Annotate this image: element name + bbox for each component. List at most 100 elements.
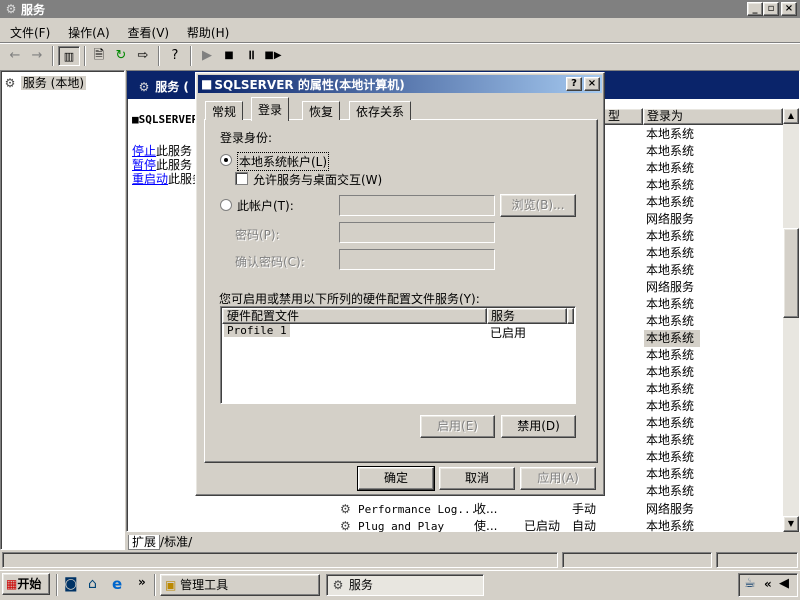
refresh-icon[interactable]: ↻ xyxy=(110,46,132,66)
logon-cell[interactable]: 本地系统 xyxy=(644,483,700,500)
apply-button[interactable]: 应用(A) xyxy=(520,467,596,490)
restart-service-icon[interactable]: ■▶ xyxy=(262,46,284,66)
logon-cell[interactable]: 本地系统 xyxy=(644,143,700,160)
export-list-icon[interactable]: ⇨ xyxy=(132,46,154,66)
menu-view[interactable]: 查看(V) xyxy=(128,26,170,40)
logon-cell[interactable]: 本地系统 xyxy=(644,126,700,143)
logon-cell[interactable]: 网络服务 xyxy=(644,211,700,228)
hw-col-service[interactable]: 服务 xyxy=(487,308,567,324)
menu-help[interactable]: 帮助(H) xyxy=(187,26,229,40)
tab-extended[interactable]: 扩展 xyxy=(128,535,161,550)
logon-cell[interactable]: 本地系统 xyxy=(644,177,700,194)
minimize-button[interactable]: _ xyxy=(747,2,763,16)
services-gear-icon: ⚙ xyxy=(4,76,16,90)
menu-file[interactable]: 文件(F) xyxy=(10,26,50,40)
show-tree-icon[interactable]: ▥ xyxy=(58,46,80,66)
task-services[interactable]: ⚙ 服务 xyxy=(326,574,484,596)
logon-cell[interactable]: 本地系统 xyxy=(644,262,700,279)
tray-expand-chevron[interactable]: « xyxy=(764,577,772,591)
start-service-icon[interactable]: ▶ xyxy=(196,46,218,66)
tab-divider: / xyxy=(188,535,193,549)
logon-cell[interactable]: 本地系统 xyxy=(644,415,700,432)
panel-links: 停止此服务 暂停此服务 重启动此服务 xyxy=(132,144,204,186)
logon-cell[interactable]: 本地系统 xyxy=(644,466,700,483)
hw-profile-row[interactable]: Profile 1 已启用 xyxy=(222,324,574,340)
cancel-button[interactable]: 取消 xyxy=(439,467,515,490)
logon-cell[interactable]: 本地系统 xyxy=(644,245,700,262)
dialog-close-button[interactable]: × xyxy=(584,77,600,91)
logon-cell[interactable]: 本地系统 xyxy=(644,381,700,398)
task-admin-tools[interactable]: ▣ 管理工具 xyxy=(160,574,320,596)
vertical-scrollbar[interactable] xyxy=(783,108,799,532)
main-window-title: 服务 xyxy=(21,2,46,17)
confirm-password-label: 确认密码(C): xyxy=(235,255,305,269)
tab-logon[interactable]: 登录 xyxy=(251,97,290,121)
back-arrow-icon[interactable]: ← xyxy=(4,46,26,66)
logon-cell[interactable]: 本地系统 xyxy=(644,194,700,211)
table-row[interactable]: ⚙ Performance Log... 收... 手动 网络服务 xyxy=(340,501,783,518)
restart-link[interactable]: 重启动 xyxy=(132,172,168,186)
interact-desktop-checkbox[interactable] xyxy=(235,172,248,185)
main-title-bar[interactable]: ⚙ 服务 xyxy=(0,0,800,18)
menu-action[interactable]: 操作(A) xyxy=(68,26,110,40)
logon-cell[interactable]: 网络服务 xyxy=(644,279,700,296)
start-button[interactable]: ▦开始 xyxy=(2,573,50,595)
restore-button[interactable]: ▫ xyxy=(763,2,779,16)
logon-cell[interactable]: 本地系统 xyxy=(644,313,700,330)
ok-button[interactable]: 确定 xyxy=(357,466,435,491)
tree-pane[interactable]: ⚙ 服务 (本地) xyxy=(0,70,125,550)
browse-button[interactable]: 浏览(B)... xyxy=(500,194,576,217)
interact-desktop-label[interactable]: 允许服务与桌面交互(W) xyxy=(253,171,382,188)
tab-dependencies[interactable]: 依存关系 xyxy=(349,101,412,120)
scroll-down-button[interactable]: ▼ xyxy=(783,516,799,532)
forward-arrow-icon[interactable]: → xyxy=(26,46,48,66)
enable-button[interactable]: 启用(E) xyxy=(420,415,495,438)
tray-speaker-icon[interactable]: ◀ xyxy=(779,576,789,591)
hw-col-profile-label: 硬件配置文件 xyxy=(227,309,300,323)
disable-button[interactable]: 禁用(D) xyxy=(501,415,576,438)
column-header-type[interactable]: 型 xyxy=(603,108,643,125)
explorer-icon[interactable]: ⌂ xyxy=(88,576,97,592)
tab-general[interactable]: 常规 xyxy=(205,101,244,120)
account-field[interactable] xyxy=(339,195,495,216)
dialog-title-bar[interactable]: ■ SQLSERVER 的属性(本地计算机) xyxy=(198,75,602,93)
hw-col-profile[interactable]: 硬件配置文件 xyxy=(222,308,487,324)
password-field[interactable] xyxy=(339,222,495,243)
this-account-label[interactable]: 此帐户(T): xyxy=(237,197,294,214)
show-desktop-icon[interactable]: ◙ xyxy=(64,576,78,592)
dialog-help-button[interactable]: ? xyxy=(566,77,582,91)
tree-root-item[interactable]: ⚙ 服务 (本地) xyxy=(3,74,87,91)
stop-service-icon[interactable]: ■ xyxy=(218,46,240,66)
logon-cell[interactable]: 本地系统 xyxy=(644,160,700,177)
this-account-radio[interactable] xyxy=(220,199,232,211)
properties-icon[interactable]: 🗎 xyxy=(88,46,110,66)
logon-cell[interactable]: 本地系统 xyxy=(644,398,700,415)
logon-cell[interactable]: 本地系统 xyxy=(644,364,700,381)
column-header-logon[interactable]: 登录为 xyxy=(643,108,783,125)
stop-link-rest: 此服务 xyxy=(156,144,193,158)
scroll-thumb[interactable] xyxy=(783,228,799,318)
menu-bar: 文件(F) 操作(A) 查看(V) 帮助(H) xyxy=(10,24,243,40)
pause-service-icon[interactable]: ॥ xyxy=(240,46,262,66)
stop-link[interactable]: 停止 xyxy=(132,144,156,158)
tab-recovery[interactable]: 恢复 xyxy=(302,101,341,120)
table-row[interactable]: ⚙ Plug and Play 使... 已启动 自动 本地系统 xyxy=(340,518,783,535)
logon-cell[interactable]: 本地系统 xyxy=(644,330,700,347)
tray-network-icon[interactable]: ☕ xyxy=(744,576,756,591)
confirm-password-field[interactable] xyxy=(339,249,495,270)
local-system-radio[interactable] xyxy=(220,154,232,166)
internet-explorer-icon[interactable]: e xyxy=(112,575,122,593)
logon-cell[interactable]: 本地系统 xyxy=(644,432,700,449)
logon-cell[interactable]: 本地系统 xyxy=(644,296,700,313)
scroll-up-button[interactable]: ▲ xyxy=(783,108,799,124)
logon-cell[interactable]: 本地系统 xyxy=(644,449,700,466)
pause-link[interactable]: 暂停 xyxy=(132,158,156,172)
status-bar-mid xyxy=(562,552,712,568)
logon-cell[interactable]: 本地系统 xyxy=(644,347,700,364)
help-icon[interactable]: ? xyxy=(164,46,186,66)
local-system-label[interactable]: 本地系统帐户(L) xyxy=(237,152,330,171)
tab-standard[interactable]: 标准 xyxy=(164,535,188,549)
logon-cell[interactable]: 本地系统 xyxy=(644,228,700,245)
quick-launch-chevron[interactable]: » xyxy=(138,575,146,589)
close-button[interactable]: × xyxy=(781,2,797,16)
